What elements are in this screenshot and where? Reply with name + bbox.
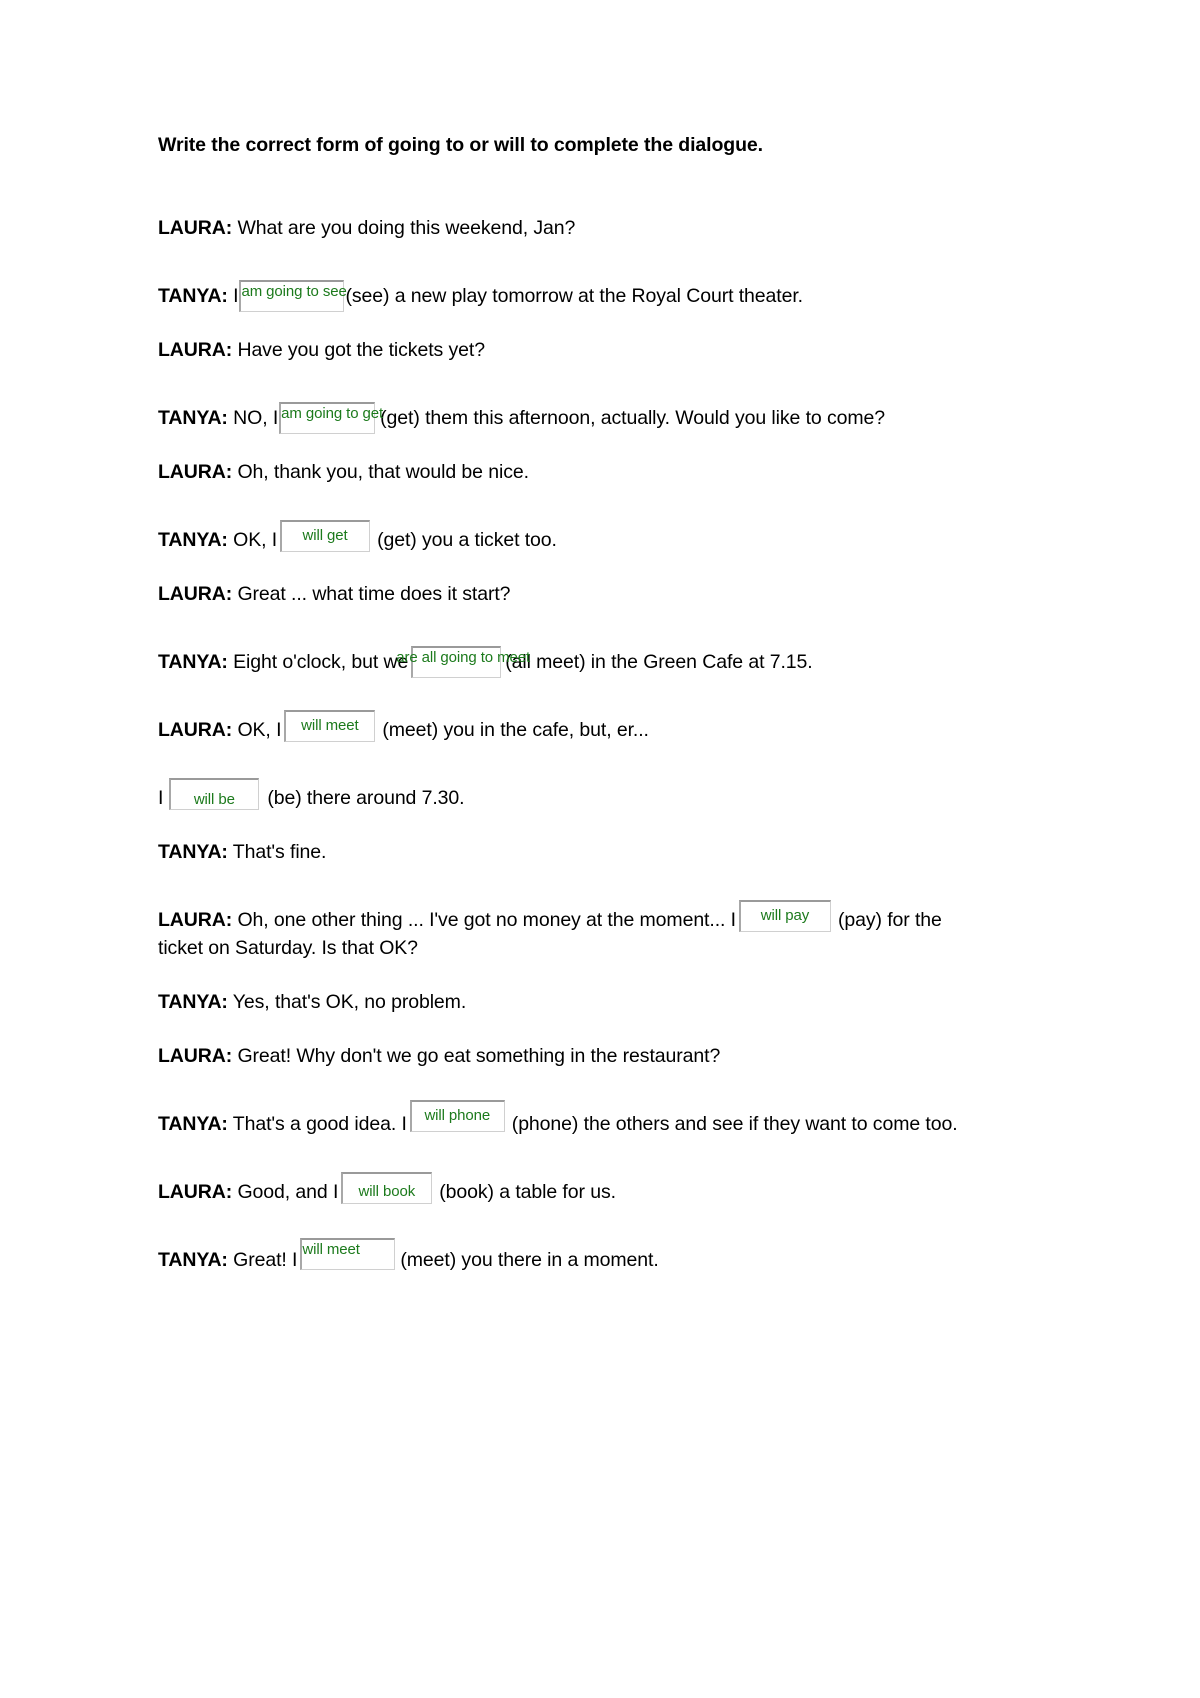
dialogue-text-before: Good, and I (232, 1181, 339, 1203)
dialogue-line: LAURA: Have you got the tickets yet? (158, 336, 485, 364)
worksheet-page: Write the correct form of going to or wi… (0, 0, 1200, 1698)
answer-text: will be (193, 791, 235, 808)
speaker-label: LAURA: (158, 1181, 233, 1203)
answer-text: will get (302, 527, 348, 544)
speaker-label: LAURA: (158, 1045, 233, 1067)
dialogue-line: LAURA: What are you doing this weekend, … (158, 214, 575, 242)
speaker-label: TANYA: (158, 651, 228, 673)
dialogue-line: TANYA: That's fine. (158, 838, 326, 866)
dialogue-text-after: (phone) the others and see if they want … (511, 1113, 958, 1135)
dialogue-line: TANYA: Great! Iwill meet (meet) you there… (158, 1238, 659, 1274)
dialogue-text-before: Oh, thank you, that would be nice. (232, 461, 529, 483)
dialogue-text-before: What are you doing this weekend, Jan? (232, 217, 576, 239)
answer-text: am going to see (241, 283, 347, 300)
dialogue-text-after: (get) them this afternoon, actually. Wou… (380, 407, 886, 429)
answer-text: will book (358, 1183, 416, 1200)
dialogue-line: LAURA: Great! Why don't we go eat someth… (158, 1042, 720, 1070)
dialogue-line: TANYA: Yes, that's OK, no problem. (158, 988, 466, 1016)
dialogue-text-before: Great! Why don't we go eat something in … (232, 1045, 721, 1067)
dialogue-text-before: That's fine. (227, 841, 327, 863)
dialogue-line: Iwill be (be) there around 7.30. (158, 778, 465, 812)
dialogue-line: TANYA: That's a good idea. I will phone (p… (158, 1100, 958, 1138)
page-title: Write the correct form of going to or wi… (158, 134, 763, 156)
dialogue-text-after: (meet) you in the cafe, but, er... (382, 719, 649, 741)
dialogue-text-before: OK, I (227, 529, 278, 551)
dialogue-text-before: Have you got the tickets yet? (232, 339, 485, 361)
dialogue-text-after: (book) a table for us. (439, 1181, 616, 1203)
dialogue-line: TANYA: OK, I will get (get) you a ticket t… (158, 520, 557, 554)
dialogue-line: LAURA: Great ... what time does it start… (158, 580, 511, 608)
dialogue-text-before: I (158, 787, 164, 809)
dialogue-line: LAURA: Oh, one other thing ... I've got … (158, 900, 948, 962)
dialogue-text-before: Eight o'clock, but we (227, 651, 409, 673)
dialogue-text-after: (get) you a ticket too. (377, 529, 557, 551)
speaker-label: LAURA: (158, 909, 233, 931)
dialogue-line: LAURA: Good, and I will book (book) a tabl… (158, 1172, 616, 1206)
dialogue-line: TANYA: NO, Iam going to get (get) them th… (158, 402, 886, 434)
dialogue-text-before: NO, I (227, 407, 279, 429)
dialogue-line: LAURA: Oh, thank you, that would be nice… (158, 458, 529, 486)
speaker-label: TANYA: (158, 1113, 228, 1135)
speaker-label: LAURA: (158, 719, 233, 741)
dialogue-text-before: OK, I (232, 719, 282, 741)
speaker-label: LAURA: (158, 217, 233, 239)
dialogue-text-before: That's a good idea. I (227, 1113, 407, 1135)
dialogue-text-before: Yes, that's OK, no problem. (227, 991, 467, 1013)
dialogue-text-before: I (227, 285, 239, 307)
speaker-label: TANYA: (158, 529, 228, 551)
dialogue-text-before: Great! I (227, 1249, 298, 1271)
dialogue-line: LAURA: OK, I will meet (meet) you in the c… (158, 710, 649, 744)
answer-text: am going to get (281, 405, 384, 422)
speaker-label: TANYA: (158, 1249, 228, 1271)
answer-text: are all going to meet (396, 649, 531, 666)
answer-text: will meet (302, 1241, 360, 1258)
answer-text: will phone (424, 1107, 491, 1124)
dialogue-text-before: Oh, one other thing ... I've got no mone… (232, 909, 736, 931)
dialogue-line: TANYA: Iam going to see (see) a new play … (158, 280, 803, 312)
dialogue-text-after: (meet) you there in a moment. (400, 1249, 659, 1271)
answer-text: will meet (301, 717, 359, 734)
dialogue-text-before: Great ... what time does it start? (232, 583, 511, 605)
speaker-label: TANYA: (158, 285, 228, 307)
dialogue-text-after: (see) a new play tomorrow at the Royal C… (345, 285, 803, 307)
dialogue-text-after: (all meet) in the Green Cafe at 7.15. (505, 651, 813, 673)
speaker-label: TANYA: (158, 841, 228, 863)
speaker-label: TANYA: (158, 407, 228, 429)
speaker-label: LAURA: (158, 339, 233, 361)
dialogue-line: TANYA: Eight o'clock, but we are all goin… (158, 646, 813, 678)
dialogue-text-after: (be) there around 7.30. (267, 787, 465, 809)
speaker-label: LAURA: (158, 461, 233, 483)
speaker-label: LAURA: (158, 583, 233, 605)
answer-text: will pay (760, 907, 810, 924)
speaker-label: TANYA: (158, 991, 228, 1013)
